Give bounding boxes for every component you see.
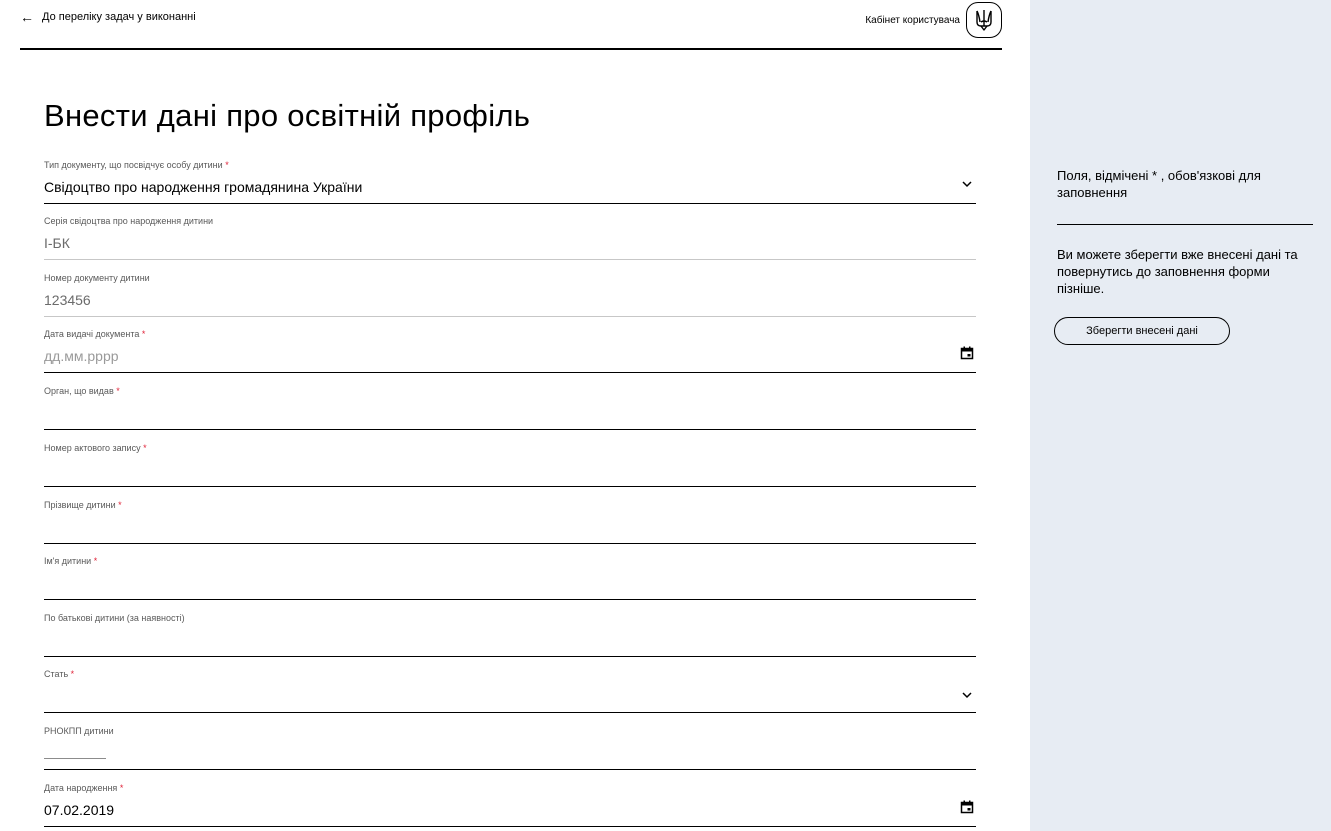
child-first-name-label: Ім'я дитини [44, 556, 92, 566]
user-cabinet[interactable]: Кабінет користувача [865, 2, 1002, 38]
required-mark: * [143, 443, 147, 453]
child-surname-label: Прізвище дитини [44, 500, 116, 510]
chevron-down-icon[interactable] [960, 177, 974, 191]
save-draft-button[interactable]: Зберегти внесені дані [1054, 317, 1230, 345]
required-mark: * [225, 160, 229, 170]
child-patronymic-field[interactable]: По батькові дитини (за наявності) [44, 613, 976, 657]
main-content: ← До переліку задач у виконанні Кабінет … [0, 0, 1030, 831]
trident-icon[interactable] [966, 2, 1002, 38]
cabinet-label: Кабінет користувача [865, 14, 960, 26]
required-mark: * [93, 556, 98, 566]
certificate-series-field[interactable]: Серія свідоцтва про народження дитини І-… [44, 216, 976, 260]
birth-date-field[interactable]: Дата народження * 07.02.2019 [44, 783, 976, 827]
sex-select[interactable]: Стать * [44, 669, 976, 713]
child-first-name-field[interactable]: Ім'я дитини * [44, 556, 976, 600]
birth-date-label: Дата народження [44, 783, 118, 793]
chevron-down-icon[interactable] [960, 688, 974, 702]
back-to-tasks-link[interactable]: ← До переліку задач у виконанні [20, 10, 196, 24]
required-mark: * [118, 500, 122, 510]
certificate-series-label: Серія свідоцтва про народження дитини [44, 216, 214, 226]
sidebar-divider [1057, 224, 1313, 225]
birth-date-value: 07.02.2019 [44, 802, 115, 818]
back-link-label: До переліку задач у виконанні [42, 11, 196, 23]
input-mask-placeholder [44, 758, 106, 759]
record-number-label: Номер актового запису [44, 443, 141, 453]
calendar-icon[interactable] [960, 346, 974, 360]
child-tax-id-label: РНОКПП дитини [44, 726, 114, 736]
arrow-left-icon: ← [20, 9, 34, 25]
required-fields-note: Поля, відмічені * , обов'язкові для запо… [1057, 168, 1261, 200]
issue-date-label: Дата видачі документа [44, 329, 140, 339]
document-type-label: Тип документу, що посвідчує особу дитини [44, 160, 223, 170]
document-number-value: 123456 [44, 292, 91, 308]
issue-date-field[interactable]: Дата видачі документа * дд.мм.рррр [44, 329, 976, 373]
top-bar: ← До переліку задач у виконанні Кабінет … [20, 0, 1002, 50]
document-type-select[interactable]: Тип документу, що посвідчує особу дитини… [44, 160, 976, 204]
issue-date-placeholder: дд.мм.рррр [44, 348, 119, 364]
required-mark: * [119, 783, 124, 793]
sex-label: Стать [44, 669, 69, 679]
calendar-icon[interactable] [960, 800, 974, 814]
required-mark: * [141, 329, 146, 339]
document-type-value: Свідоцтво про народження громадянина Укр… [44, 179, 363, 195]
child-patronymic-label: По батькові дитини (за наявності) [44, 613, 185, 623]
issuing-authority-field[interactable]: Орган, що видав * [44, 386, 976, 430]
page-title: Внести дані про освітній профіль [44, 98, 531, 133]
document-number-field[interactable]: Номер документу дитини 123456 [44, 273, 976, 317]
record-number-field[interactable]: Номер актового запису * [44, 443, 976, 487]
required-mark: * [70, 669, 75, 679]
child-surname-field[interactable]: Прізвище дитини * [44, 500, 976, 544]
issuing-authority-label: Орган, що видав [44, 386, 114, 396]
certificate-series-value: І-БК [44, 235, 70, 251]
child-tax-id-field[interactable]: РНОКПП дитини [44, 726, 976, 770]
save-draft-note: Ви можете зберегти вже внесені дані та п… [1057, 247, 1298, 296]
required-mark: * [116, 386, 120, 396]
document-number-label: Номер документу дитини [44, 273, 150, 283]
info-sidebar: Поля, відмічені * , обов'язкові для запо… [1030, 0, 1331, 831]
